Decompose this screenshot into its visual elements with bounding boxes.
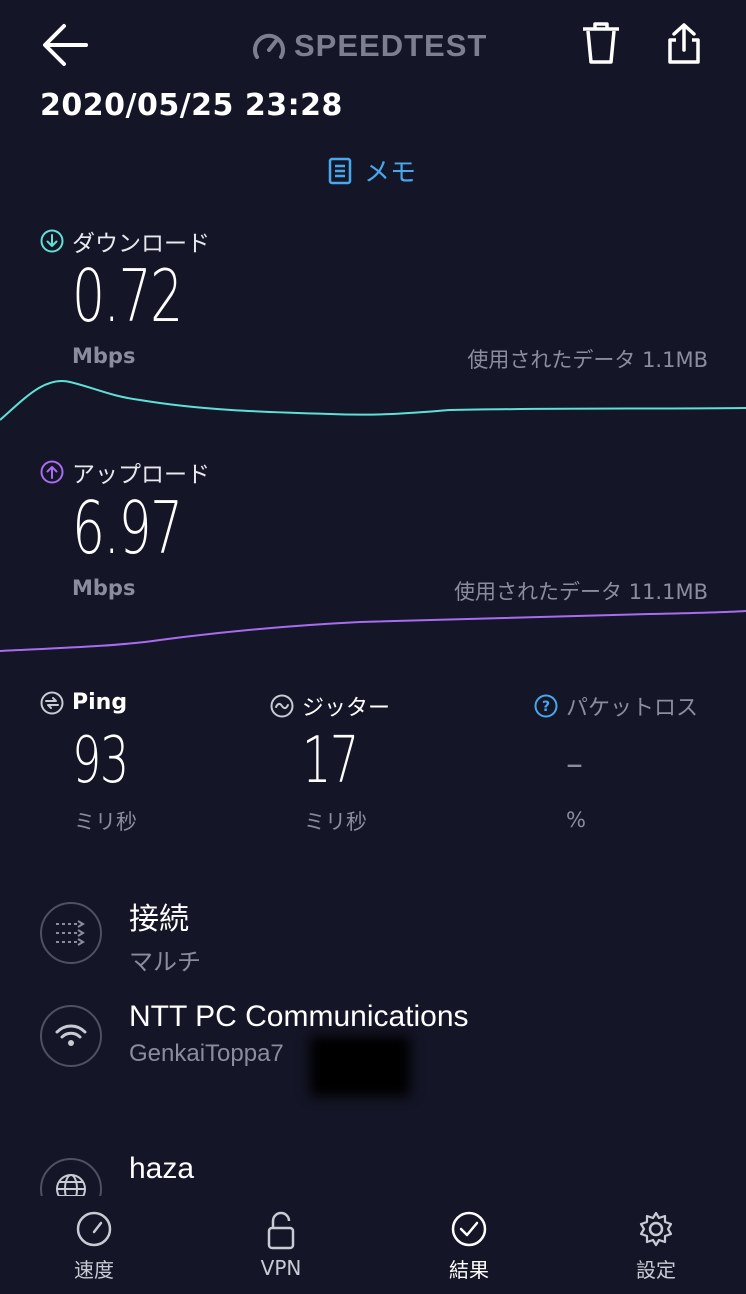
check-circle-icon — [451, 1211, 487, 1247]
bottom-tab-bar: 速度 VPN 結果 設定 — [0, 1196, 746, 1294]
multi-connection-icon — [56, 920, 85, 946]
ping-unit: ミリ秒 — [74, 810, 137, 834]
download-label: ダウンロード — [72, 231, 210, 257]
packet-loss-label: パケットロス — [566, 696, 699, 721]
tab-settings[interactable]: 設定 — [596, 1210, 716, 1283]
upload-label: アップロード — [72, 462, 210, 488]
speedometer-icon — [76, 1211, 112, 1247]
help-icon: ? — [534, 694, 558, 718]
ping-label: Ping — [72, 690, 128, 715]
back-arrow-icon — [43, 24, 88, 66]
back-button[interactable] — [40, 22, 90, 68]
test-datetime: 2020/05/25 23:28 — [40, 88, 343, 123]
tab-settings-label: 設定 — [636, 1258, 676, 1282]
speedtest-logo: SPEEDTEST — [252, 26, 487, 66]
jitter-label: ジッター — [302, 696, 391, 721]
jitter-unit: ミリ秒 — [304, 810, 367, 834]
server-title: haza — [129, 1152, 195, 1185]
ping-icon — [40, 691, 64, 714]
gauge-icon — [253, 33, 285, 59]
tab-results-label: 結果 — [449, 1258, 489, 1282]
ping-value: 93 — [72, 724, 129, 798]
note-icon — [328, 157, 352, 184]
svg-text:?: ? — [542, 699, 550, 715]
memo-button[interactable]: メモ — [328, 152, 416, 189]
provider-value: GenkaiToppa7 — [129, 1040, 284, 1067]
download-value: 0.72 — [72, 254, 183, 338]
tab-speed[interactable]: 速度 — [34, 1210, 154, 1283]
connection-icon-wrap — [40, 902, 102, 964]
wifi-icon — [55, 1024, 87, 1046]
download-graph — [0, 380, 746, 421]
redaction-mark — [310, 1036, 410, 1096]
jitter-value: 17 — [302, 724, 359, 798]
gear-icon — [639, 1211, 673, 1247]
download-unit: Mbps — [72, 344, 136, 368]
upload-arrow-icon — [40, 460, 64, 484]
tab-vpn[interactable]: VPN — [221, 1210, 341, 1280]
provider-title: NTT PC Communications — [129, 1000, 469, 1033]
logo-text: SPEEDTEST — [294, 28, 488, 63]
download-header: ダウンロード — [40, 224, 210, 258]
upload-unit: Mbps — [72, 576, 136, 600]
jitter-header: ジッター — [270, 690, 390, 722]
packet-loss-value: – — [566, 744, 583, 784]
packet-loss-header[interactable]: ? パケットロス — [534, 690, 698, 722]
lock-icon — [267, 1211, 295, 1250]
connection-title: 接続 — [129, 903, 189, 936]
ping-header: Ping — [40, 690, 127, 715]
upload-value: 6.97 — [72, 486, 183, 570]
memo-label: メモ — [364, 158, 417, 188]
tab-results[interactable]: 結果 — [409, 1210, 529, 1283]
tab-speed-label: 速度 — [74, 1258, 114, 1282]
jitter-icon — [270, 694, 294, 718]
download-arrow-icon — [40, 229, 64, 253]
connection-value: マルチ — [129, 949, 201, 976]
upload-header: アップロード — [40, 455, 210, 489]
delete-button[interactable] — [580, 20, 622, 66]
share-icon — [668, 23, 700, 64]
packet-loss-unit: % — [566, 808, 586, 832]
share-button[interactable] — [666, 22, 702, 66]
tab-vpn-label: VPN — [260, 1256, 302, 1280]
trash-icon — [583, 22, 619, 64]
upload-graph — [0, 610, 746, 652]
provider-icon-wrap — [40, 1005, 102, 1067]
